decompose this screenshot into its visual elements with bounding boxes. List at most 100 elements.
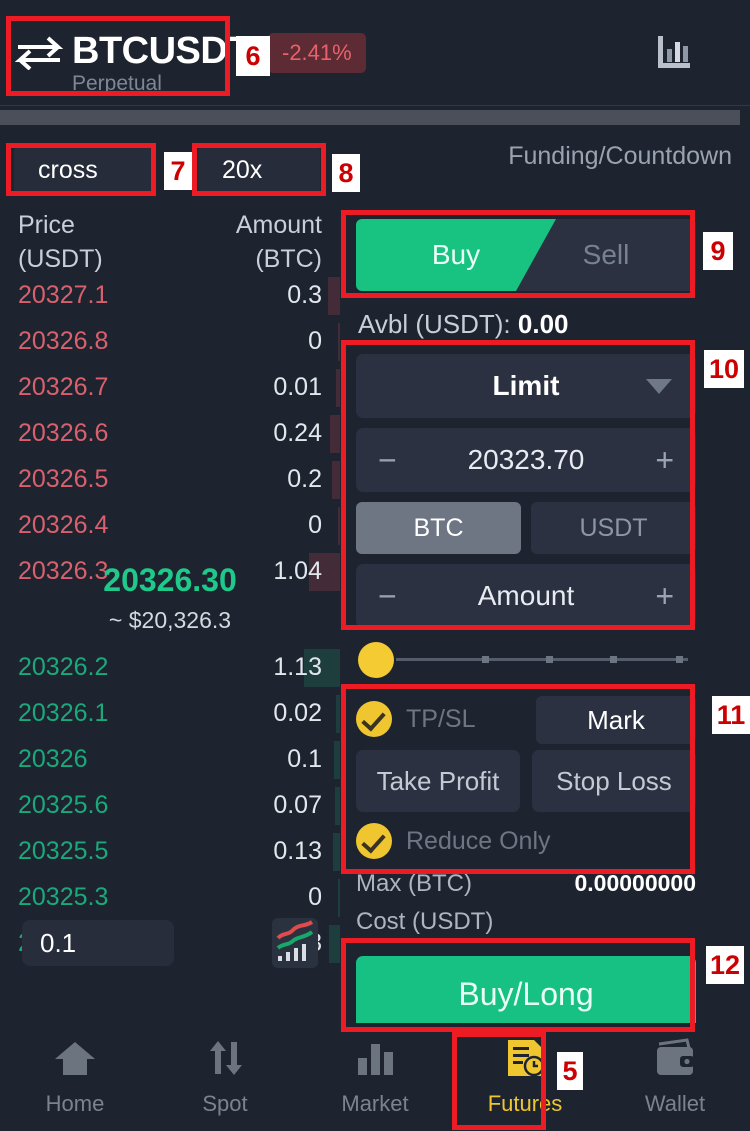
nav-item-home[interactable]: Home [0,1023,150,1131]
slider-handle[interactable] [358,642,394,678]
tick-size-select[interactable]: 0.1 [22,920,174,966]
amount-percent-slider[interactable] [356,640,696,680]
tpsl-label: TP/SL [406,704,476,733]
currency-btc-button[interactable]: BTC [356,502,521,554]
order-book-amount: 0 [308,511,322,539]
currency-usdt-button[interactable]: USDT [531,502,696,554]
max-row: Max (BTC) 0.00000000 [356,870,696,908]
futures-document-icon [503,1038,547,1083]
amount-input[interactable]: Amount [478,580,575,612]
funding-countdown-label[interactable]: Funding/Countdown [508,142,732,171]
annotation-number-12: 12 [706,946,744,984]
nav-item-label: Market [341,1090,409,1116]
home-icon [53,1038,97,1083]
depth-bar [334,741,340,779]
amount-increment-button[interactable]: + [655,578,674,615]
max-label: Max (BTC) [356,870,472,897]
candlestick-chart-icon[interactable] [272,918,318,968]
available-balance: Avbl (USDT): 0.00 [358,309,736,340]
nav-item-wallet[interactable]: Wallet [600,1023,750,1131]
order-book-price: 20326.5 [18,465,109,493]
order-book-header: Price (USDT) Amount (BTC) [0,205,340,273]
futures-trading-screen: BTCUSDT Perpetual -2.41% cross 20x Fundi… [0,0,750,1131]
margin-mode-button[interactable]: cross [14,146,154,194]
contract-type-label: Perpetual [72,72,162,95]
trigger-type-select[interactable]: Mark [536,696,696,744]
order-book-price: 20327.1 [18,281,109,309]
depth-bar [331,461,340,499]
order-book-row[interactable]: 20326 0.1 [0,737,340,783]
price-stepper[interactable]: − 20323.70 + [356,428,696,492]
price-increment-button[interactable]: + [655,442,674,479]
order-book-price: 20326.2 [18,653,109,681]
order-book-row[interactable]: 20326.5 0.2 [0,457,340,503]
order-book-row[interactable]: 20326.1 0.02 [0,691,340,737]
available-balance-value: 0.00 [517,309,569,339]
depth-bar [336,369,340,407]
arrows-up-down-icon [203,1038,247,1083]
nav-item-spot[interactable]: Spot [150,1023,300,1131]
annotation-number-8: 8 [332,154,360,192]
amount-stepper[interactable]: − Amount + [356,564,696,628]
depth-bar [329,925,340,963]
order-book-amount: 0.1 [287,745,322,773]
price-decrement-button[interactable]: − [378,442,397,479]
reduce-only-row[interactable]: Reduce Only [356,812,696,870]
order-book-amount: 1.13 [273,653,322,681]
amount-decrement-button[interactable]: − [378,578,397,615]
depth-bar [330,415,340,453]
order-book-price: 20325.5 [18,837,109,865]
nav-item-market[interactable]: Market [300,1023,450,1131]
order-book-row[interactable]: 20325.3 0 [0,875,340,921]
check-circle-icon[interactable] [356,823,392,859]
order-book-row[interactable]: 20326.7 0.01 [0,365,340,411]
depth-bar [337,323,340,361]
order-book-amount: 0.13 [273,837,322,865]
cost-row: Cost (USDT) [356,908,696,946]
order-book-amount: 0.2 [287,465,322,493]
tpsl-row[interactable]: TP/SL Mark [356,690,696,748]
swap-arrows-icon[interactable] [14,36,64,71]
order-book-amount: 0.24 [273,419,322,447]
order-entry-panel: Buy Sell Avbl (USDT): 0.00 Limit − 20323… [348,205,736,1032]
order-book-row[interactable]: 20326.4 0 [0,503,340,549]
col-amount-label: Amount [235,211,322,239]
order-type-value: Limit [492,370,560,401]
annotation-number-11: 11 [712,696,750,734]
wallet-icon [653,1037,697,1083]
check-circle-icon[interactable] [356,701,392,737]
chevron-down-icon [646,378,672,394]
price-input[interactable]: 20323.70 [468,444,585,476]
app-header: BTCUSDT Perpetual -2.41% [0,0,750,100]
order-book-row[interactable]: 20325.5 0.13 [0,829,340,875]
scroll-strip[interactable] [0,110,740,125]
leverage-button[interactable]: 20x [198,146,320,194]
order-book-amount: 0.3 [287,281,322,309]
annotation-number-6: 6 [236,36,270,76]
available-balance-label: Avbl (USDT): [358,309,511,339]
order-type-select[interactable]: Limit [356,354,696,418]
page-title[interactable]: BTCUSDT [72,30,251,73]
order-book-price: 20325.3 [18,883,109,911]
buy-long-button[interactable]: Buy/Long [356,956,696,1032]
order-book-row[interactable]: 20327.1 0.3 [0,273,340,319]
order-book-price: 20326.4 [18,511,109,539]
stop-loss-input[interactable]: Stop Loss [532,750,696,812]
order-book-row[interactable]: 20325.6 0.07 [0,783,340,829]
order-book-amount: 0.07 [273,791,322,819]
bar-chart-icon[interactable] [654,32,694,72]
reduce-only-label: Reduce Only [406,826,551,855]
order-book-row[interactable]: 20326.6 0.24 [0,411,340,457]
order-book-row[interactable]: 20326.2 1.13 [0,645,340,691]
order-book: Price (USDT) Amount (BTC) 20327.1 0.3 2032… [0,205,340,965]
depth-bar [328,277,340,315]
take-profit-input[interactable]: Take Profit [356,750,520,812]
tab-sell[interactable]: Sell [516,219,696,291]
slider-tick [610,656,617,663]
nav-item-label: Futures [487,1090,563,1116]
col-amount-unit: (BTC) [255,245,322,273]
mid-price-block: 20326.30 ~ $20,326.3 [0,557,340,643]
order-book-row[interactable]: 20326.8 0 [0,319,340,365]
depth-bar [335,787,340,825]
header-divider [0,105,750,106]
